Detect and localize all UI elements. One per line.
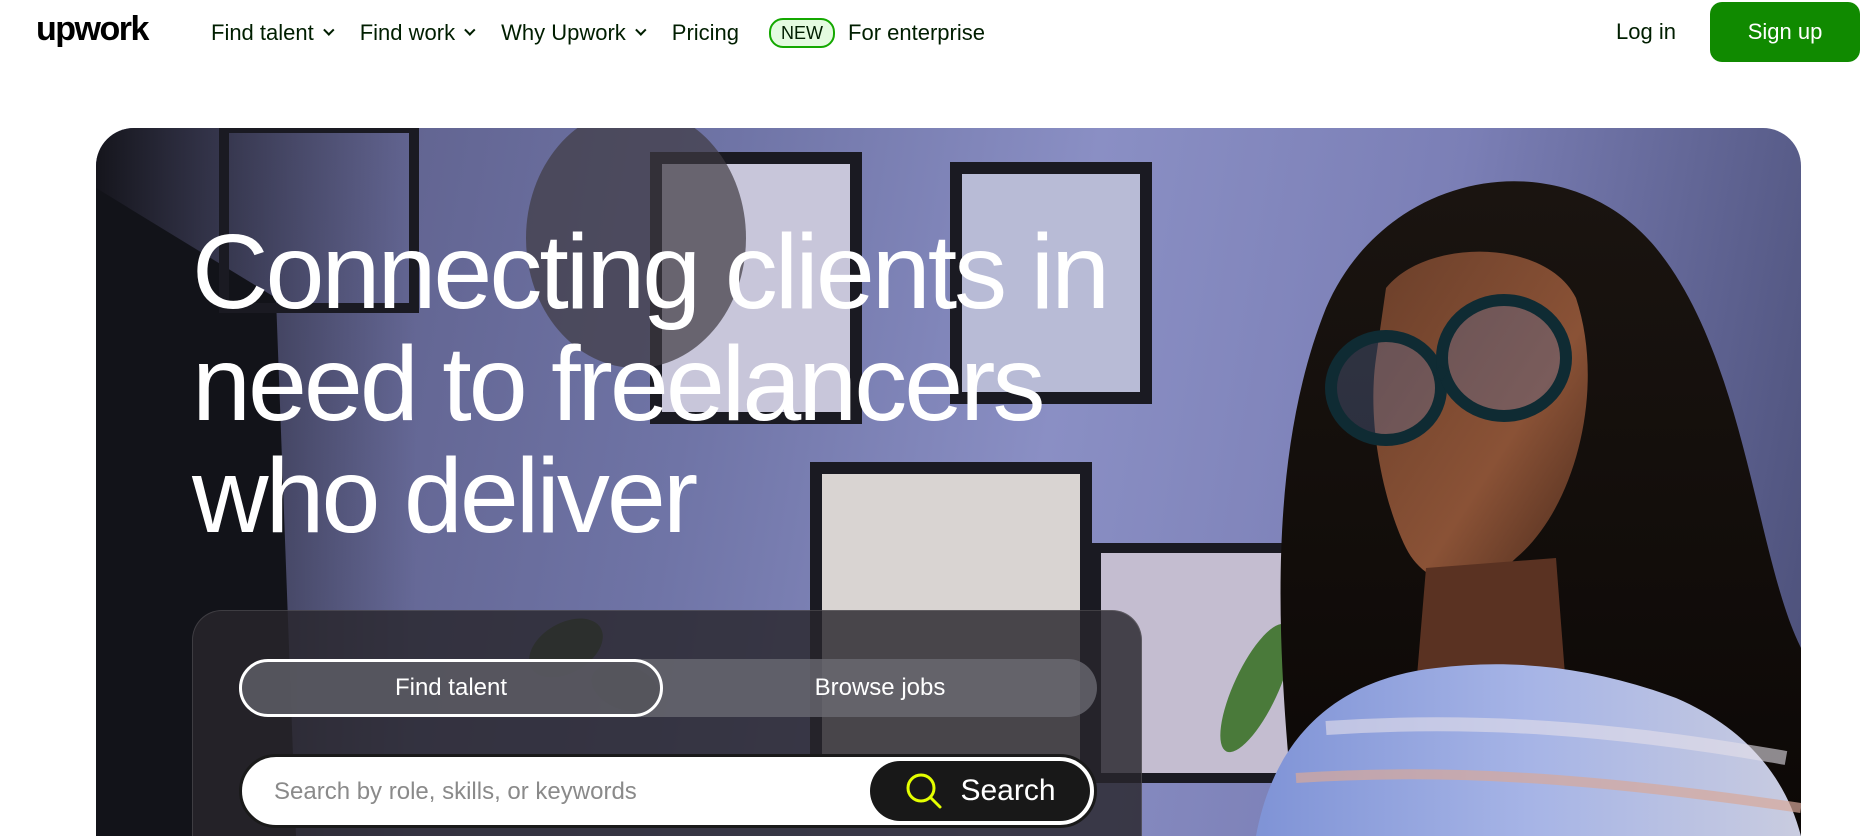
search-button-label: Search (960, 774, 1056, 807)
hero-headline: Connecting clients in need to freelancer… (192, 216, 1192, 552)
top-navigation-bar: upwork Find talent Find work Why Upwork … (0, 0, 1869, 66)
tab-find-talent[interactable]: Find talent (239, 659, 663, 717)
nav-why-upwork-label: Why Upwork (501, 20, 626, 45)
main-nav: Find talent Find work Why Upwork Pricing… (211, 18, 1015, 48)
search-mode-toggle: Find talent Browse jobs (239, 659, 1097, 717)
nav-find-work-label: Find work (359, 20, 456, 45)
chevron-down-icon (634, 24, 647, 36)
chevron-down-icon (464, 24, 476, 36)
search-button[interactable]: Search (870, 761, 1090, 821)
hero-headline-line: who deliver (192, 437, 698, 555)
nav-find-talent[interactable]: Find talent (211, 20, 335, 46)
tab-browse-jobs[interactable]: Browse jobs (663, 659, 1097, 717)
chevron-down-icon (322, 24, 335, 36)
login-link[interactable]: Log in (1616, 19, 1676, 45)
nav-find-work[interactable]: Find work (359, 20, 476, 46)
search-icon (906, 773, 942, 809)
signup-button[interactable]: Sign up (1710, 2, 1860, 62)
new-badge: NEW (769, 18, 836, 48)
nav-for-enterprise[interactable]: NEW For enterprise (769, 18, 985, 48)
nav-pricing[interactable]: Pricing (672, 20, 739, 46)
nav-why-upwork[interactable]: Why Upwork (501, 20, 647, 46)
search-bar: Search (239, 754, 1097, 828)
hero-banner: Connecting clients in need to freelancer… (96, 128, 1801, 836)
upwork-logo[interactable]: upwork (36, 10, 149, 49)
nav-find-talent-label: Find talent (211, 20, 314, 45)
search-input[interactable] (274, 775, 854, 809)
hero-headline-line: need to freelancers (192, 325, 1045, 443)
hero-headline-line: Connecting clients in (192, 213, 1110, 331)
nav-pricing-label: Pricing (671, 20, 740, 45)
nav-enterprise-label: For enterprise (848, 20, 985, 45)
search-panel: Find talent Browse jobs Search (192, 610, 1142, 836)
